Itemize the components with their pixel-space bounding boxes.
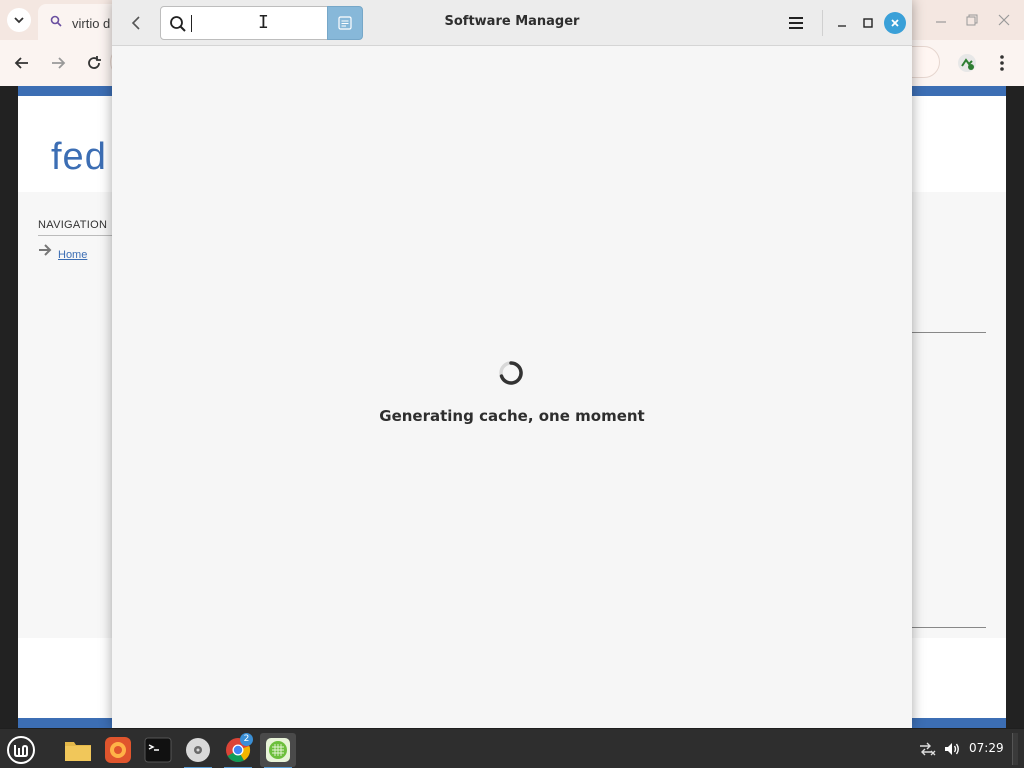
firefox-icon	[105, 737, 131, 763]
tray-network[interactable]	[916, 739, 938, 759]
disc-icon	[186, 738, 210, 762]
loading-status-text: Generating cache, one moment	[379, 407, 645, 425]
window-count-badge: 2	[240, 733, 253, 746]
hamburger-menu-icon	[789, 17, 803, 29]
linux-mint-logo-icon	[7, 736, 35, 764]
header-separator	[822, 10, 823, 36]
nav-divider	[38, 235, 118, 236]
arrow-right-icon	[39, 244, 52, 256]
chevron-left-icon	[131, 16, 140, 30]
text-caret	[191, 15, 192, 32]
chevron-down-icon	[14, 17, 24, 24]
tab-list-button[interactable]	[7, 8, 31, 32]
search-icon	[170, 16, 186, 32]
browser-restore-icon[interactable]	[964, 12, 980, 28]
search-input[interactable]	[189, 14, 319, 34]
arrow-right-icon	[52, 57, 66, 69]
volume-icon	[945, 743, 959, 755]
browser-minimize-icon[interactable]	[933, 12, 949, 28]
taskbar-disk-app[interactable]	[180, 733, 216, 768]
folder-icon	[65, 742, 91, 761]
back-button[interactable]	[10, 51, 34, 75]
back-button[interactable]	[124, 11, 148, 35]
software-manager-icon	[266, 738, 290, 762]
close-button[interactable]	[884, 12, 906, 34]
taskbar-terminal[interactable]	[140, 733, 176, 767]
kebab-menu-icon[interactable]	[994, 53, 1010, 73]
maximize-button[interactable]	[856, 11, 880, 35]
close-icon	[891, 19, 899, 27]
minimize-icon	[838, 25, 846, 27]
content-divider	[911, 627, 986, 628]
mouse-cursor-ibeam-icon: I	[258, 12, 269, 33]
loading-spinner-icon	[499, 361, 523, 385]
terminal-icon	[144, 737, 172, 763]
header-bar: I Software Manager	[112, 0, 912, 46]
nav-link-home[interactable]: Home	[58, 249, 87, 261]
clock[interactable]: 07:29	[969, 741, 1004, 755]
reload-icon	[88, 56, 101, 69]
search-mode-toggle[interactable]	[327, 6, 363, 40]
search-icon	[50, 15, 62, 27]
taskbar-files[interactable]	[60, 733, 96, 767]
browser-close-icon[interactable]	[996, 12, 1012, 28]
main-menu-button[interactable]	[784, 11, 808, 35]
mint-menu-button[interactable]	[3, 733, 39, 767]
reload-button[interactable]	[82, 51, 106, 75]
show-desktop-button[interactable]	[1012, 733, 1018, 765]
taskbar-chrome[interactable]: 2	[220, 733, 256, 768]
site-logo[interactable]: fed	[51, 136, 107, 179]
network-disconnected-icon	[920, 742, 936, 756]
taskbar-software-manager[interactable]	[260, 733, 296, 768]
nav-heading: NAVIGATION	[38, 219, 108, 231]
arrow-left-icon	[14, 57, 28, 69]
maximize-icon	[863, 18, 873, 28]
minimize-button[interactable]	[830, 11, 854, 35]
software-manager-window: I Software Manager Generating cache, one…	[112, 0, 912, 728]
extension-icon[interactable]	[956, 52, 978, 74]
forward-button[interactable]	[46, 51, 70, 75]
list-icon	[338, 16, 352, 30]
tray-volume[interactable]	[941, 739, 963, 759]
content-divider	[911, 332, 986, 333]
tab-title: virtio d	[72, 16, 111, 31]
taskbar: 2 07:29	[0, 728, 1024, 768]
taskbar-firefox[interactable]	[100, 733, 136, 767]
search-box[interactable]: I	[160, 6, 328, 40]
